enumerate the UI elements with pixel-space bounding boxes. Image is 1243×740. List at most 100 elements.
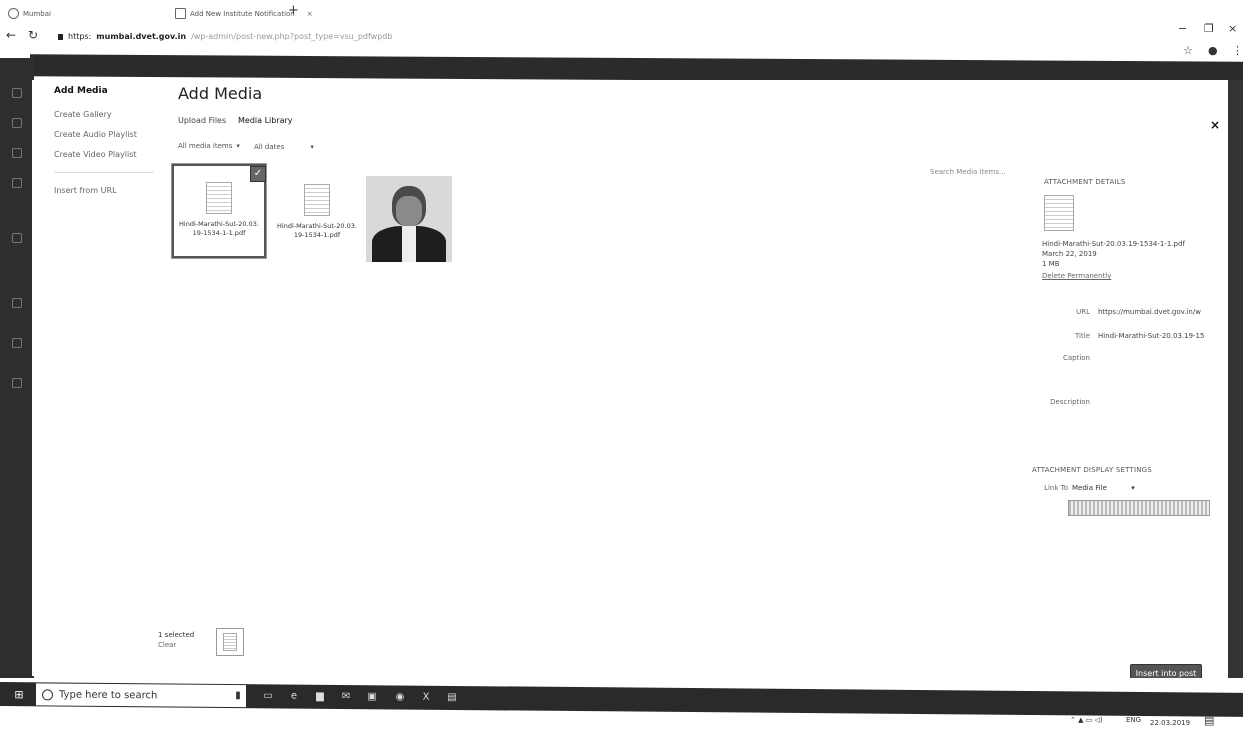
sidebar-divider <box>54 172 154 173</box>
tab-close-icon[interactable]: × <box>307 10 313 18</box>
task-view-icon[interactable]: ▭ <box>262 690 274 702</box>
display-settings-heading: ATTACHMENT DISPLAY SETTINGS <box>1032 466 1152 474</box>
minimize-button[interactable]: − <box>1178 22 1187 35</box>
attachment-filename: Hindi-Marathi-Sut-20.03.19-1534-1-1.pdf <box>179 220 259 237</box>
language-indicator[interactable]: ENG <box>1126 716 1141 724</box>
edge-icon[interactable]: e <box>288 691 300 703</box>
excel-icon[interactable]: X <box>420 692 432 704</box>
link-to-label: Link To <box>1044 484 1068 492</box>
menu-icon[interactable] <box>12 233 22 243</box>
clock-time: 14:41 <box>1159 710 1181 718</box>
tab-upload-files[interactable]: Upload Files <box>178 116 226 125</box>
attachment-item[interactable]: Hindi-Marathi-Sut-20.03.19-1534-1.pdf <box>272 168 362 258</box>
back-icon[interactable]: ← <box>6 28 16 42</box>
link-url-field[interactable] <box>1068 500 1210 516</box>
chevron-down-icon: ▾ <box>310 143 314 151</box>
document-icon <box>304 184 330 216</box>
attachment-detail-size: 1 MB <box>1042 260 1060 268</box>
address-bar: ← ↻ https: mumbai.dvet.gov.in /wp-admin/… <box>0 22 1243 57</box>
chrome-icon[interactable]: ◉ <box>394 691 406 703</box>
attachment-loading: · · · <box>486 184 534 247</box>
restore-button[interactable]: ❐ <box>1204 22 1214 35</box>
photo-shirt-shape <box>402 226 416 262</box>
menu-icon[interactable] <box>12 178 22 188</box>
url-path: /wp-admin/post-new.php?post_type=vsu_pdf… <box>191 32 393 41</box>
taskbar-search-input[interactable]: Type here to search <box>36 683 246 708</box>
star-icon[interactable]: ☆ <box>1183 44 1193 57</box>
modal-backdrop <box>1228 80 1243 680</box>
sidebar-item-create-gallery[interactable]: Create Gallery <box>54 110 112 119</box>
close-window-button[interactable]: × <box>1228 22 1237 35</box>
media-modal: Add Media Create Gallery Create Audio Pl… <box>32 80 1228 682</box>
chevron-down-icon: ▾ <box>236 142 240 150</box>
profile-icon[interactable]: ● <box>1208 44 1218 57</box>
sidebar-item-create-audio-playlist[interactable]: Create Audio Playlist <box>54 130 137 139</box>
cortana-icon <box>42 688 53 700</box>
caption-field[interactable] <box>1098 354 1198 384</box>
attachment-filename: Hindi-Marathi-Sut-20.03.19-1534-1.pdf <box>277 222 357 239</box>
selection-thumbnail[interactable] <box>216 628 244 656</box>
close-modal-button[interactable]: × <box>1210 118 1220 132</box>
selection-info: 1 selected Clear <box>158 630 194 650</box>
tab-title: Add New Institute Notification <box>190 9 295 18</box>
search-media-label[interactable]: Search Media items... <box>930 168 1006 176</box>
page-icon <box>175 8 186 19</box>
clear-selection-link[interactable]: Clear <box>158 640 194 650</box>
notifications-icon[interactable]: ▤ <box>1204 714 1214 727</box>
title-field-value[interactable]: Hindi-Marathi-Sut-20.03.19-15 <box>1098 332 1204 340</box>
check-icon[interactable]: ✓ <box>250 166 266 182</box>
media-type-value: All media items <box>178 142 233 150</box>
url-field[interactable]: https: mumbai.dvet.gov.in /wp-admin/post… <box>58 32 392 41</box>
taskbar-clock[interactable]: 14:41 22.03.2019 <box>1150 710 1190 728</box>
menu-icon[interactable] <box>12 338 22 348</box>
attachment-details-heading: ATTACHMENT DETAILS <box>1044 178 1126 186</box>
link-to-select[interactable]: Media File ▾ <box>1072 484 1135 492</box>
menu-icon[interactable] <box>12 298 22 308</box>
system-tray-icons[interactable]: ⌃ ▲ ▭ ◁) <box>1070 716 1103 724</box>
url-field-value[interactable]: https://mumbai.dvet.gov.in/w <box>1098 308 1201 316</box>
taskbar-search-placeholder: Type here to search <box>59 689 158 701</box>
tab-media-library[interactable]: Media Library <box>238 116 293 125</box>
date-filter[interactable]: All dates ▾ <box>254 143 314 151</box>
file-explorer-icon[interactable]: ▆ <box>314 691 326 703</box>
media-type-filter[interactable]: All media items ▾ <box>178 142 240 150</box>
tab-title: Mumbai <box>23 9 51 18</box>
sidebar-item-add-media[interactable]: Add Media <box>54 86 108 96</box>
modal-title: Add Media <box>178 84 263 103</box>
store-icon[interactable]: ▣ <box>366 691 378 703</box>
description-field-label: Description <box>1050 398 1090 406</box>
photo-face-shape <box>396 196 422 226</box>
selected-count: 1 selected <box>158 631 195 639</box>
menu-icon[interactable] <box>12 378 22 388</box>
app-icon[interactable]: ▤ <box>446 692 458 704</box>
attachment-photo[interactable] <box>366 176 452 262</box>
url-host: mumbai.dvet.gov.in <box>96 32 187 41</box>
document-icon <box>223 633 237 651</box>
delete-permanently-link[interactable]: Delete Permanently <box>1042 272 1111 280</box>
description-field[interactable] <box>1098 398 1198 428</box>
clock-date: 22.03.2019 <box>1150 719 1191 727</box>
new-tab-button[interactable]: + <box>288 3 299 18</box>
admin-menu <box>0 58 34 678</box>
sidebar-item-create-video-playlist[interactable]: Create Video Playlist <box>54 150 137 159</box>
menu-icon[interactable] <box>12 118 22 128</box>
link-to-value: Media File <box>1072 484 1107 492</box>
sidebar-item-insert-from-url[interactable]: Insert from URL <box>54 186 117 195</box>
microphone-icon[interactable]: ▮ <box>232 690 244 702</box>
menu-icon[interactable] <box>12 88 22 98</box>
mail-icon[interactable]: ✉ <box>340 691 352 703</box>
browser-tab-strip: Mumbai Add New Institute Notification × … <box>0 0 1243 24</box>
menu-icon[interactable]: ⋮ <box>1232 44 1243 57</box>
title-field-label: Title <box>1074 332 1090 340</box>
windows-start-icon[interactable]: ⊞ <box>2 682 36 706</box>
menu-icon[interactable] <box>12 148 22 158</box>
reload-icon[interactable]: ↻ <box>28 28 38 42</box>
lock-icon <box>58 33 63 40</box>
url-field-label: URL <box>1076 308 1090 316</box>
document-icon <box>206 182 232 214</box>
globe-icon <box>8 8 19 19</box>
attachment-detail-date: March 22, 2019 <box>1042 250 1097 258</box>
browser-tab[interactable]: Mumbai <box>8 8 51 19</box>
date-filter-value: All dates <box>254 143 285 151</box>
attachment-detail-filename: Hindi-Marathi-Sut-20.03.19-1534-1-1.pdf <box>1042 240 1185 248</box>
